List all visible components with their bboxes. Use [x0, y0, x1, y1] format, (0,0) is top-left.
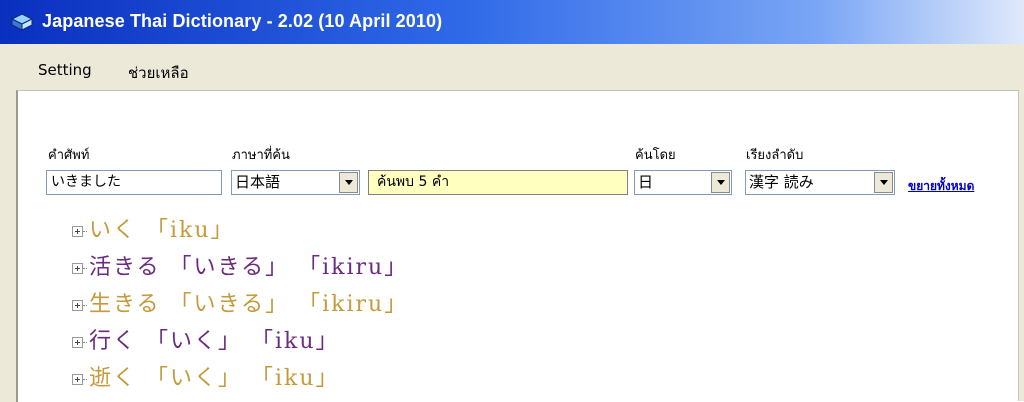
dictionary-app-icon [10, 13, 34, 31]
language-select[interactable]: 日本語 [231, 170, 360, 195]
expand-plus-icon[interactable] [72, 299, 83, 311]
language-label: ภาษาที่ค้น [232, 148, 290, 163]
search-by-select[interactable]: 日 [634, 170, 732, 195]
result-item[interactable]: いく 「iku」 [72, 212, 235, 244]
menu-bar: Setting ช่วยเหลือ [0, 44, 1024, 90]
sort-select-value: 漢字 読み [749, 173, 814, 191]
menu-help[interactable]: ช่วยเหลือ [128, 61, 189, 85]
expand-plus-icon[interactable] [72, 262, 83, 274]
menu-setting[interactable]: Setting [38, 61, 92, 79]
word-label: คำศัพท์ [48, 148, 90, 163]
result-item[interactable]: 生きる 「いきる」 「ikiru」 [72, 286, 408, 318]
result-text: 逝く 「いく」 「iku」 [89, 366, 340, 391]
title-bar: Japanese Thai Dictionary - 2.02 (10 Apri… [0, 0, 1024, 44]
search-by-select-value: 日 [638, 173, 654, 191]
result-item[interactable]: 行く 「いく」 「iku」 [72, 323, 340, 355]
result-text: 生きる 「いきる」 「ikiru」 [89, 292, 409, 317]
chevron-down-icon[interactable] [874, 172, 893, 193]
window-title: Japanese Thai Dictionary - 2.02 (10 Apri… [42, 11, 443, 31]
result-text: 活きる 「いきる」 「ikiru」 [89, 255, 409, 280]
search-by-label: ค้นโดย [635, 148, 676, 163]
result-count-status: ค้นพบ 5 คำ [368, 170, 628, 195]
word-input[interactable]: いきました [46, 170, 222, 195]
sort-select[interactable]: 漢字 読み [745, 170, 895, 195]
expand-plus-icon[interactable] [72, 336, 83, 348]
chevron-down-icon[interactable] [711, 172, 730, 193]
result-item[interactable]: 逝く 「いく」 「iku」 [72, 360, 340, 392]
language-select-value: 日本語 [235, 173, 281, 191]
result-text: いく 「iku」 [89, 218, 235, 243]
expand-plus-icon[interactable] [72, 373, 83, 385]
main-panel: คำศัพท์ いきました ภาษาที่ค้น 日本語 ค้นพบ 5 คำ … [16, 90, 1024, 402]
window-right-edge [1018, 90, 1024, 401]
result-text: 行く 「いく」 「iku」 [89, 329, 340, 354]
result-item[interactable]: 活きる 「いきる」 「ikiru」 [72, 249, 408, 281]
chevron-down-icon[interactable] [339, 172, 358, 193]
expand-all-link[interactable]: ขยายทั้งหมด [908, 177, 974, 196]
sort-label: เรียงลำดับ [746, 148, 804, 163]
expand-plus-icon[interactable] [72, 225, 83, 237]
